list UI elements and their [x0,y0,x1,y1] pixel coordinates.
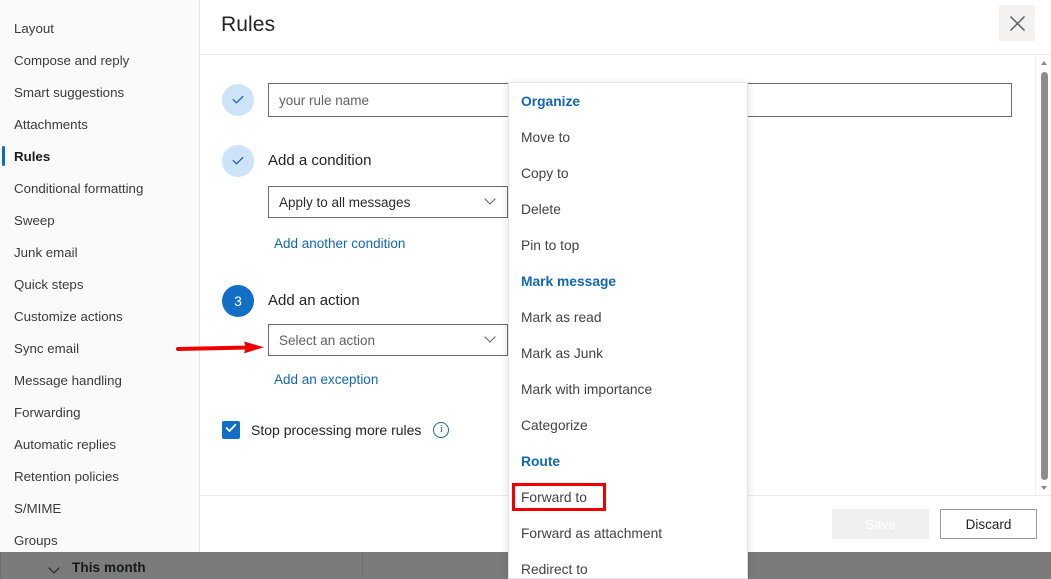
sidebar-item-compose-and-reply[interactable]: Compose and reply [0,44,199,76]
scrollbar-thumb[interactable] [1041,72,1048,480]
sidebar-item-groups[interactable]: Groups [0,524,199,552]
sidebar-item-junk-email[interactable]: Junk email [0,236,199,268]
settings-sidebar[interactable]: Layout Compose and reply Smart suggestio… [0,0,200,552]
check-icon [230,92,246,108]
save-button[interactable]: Save [832,509,929,539]
sidebar-item-label: Compose and reply [14,52,130,68]
menu-item-mark-as-read[interactable]: Mark as read [509,299,747,335]
menu-group-mark-message: Mark message [521,273,617,289]
add-action-label: Add an action [268,292,360,309]
add-condition-label: Add a condition [268,152,372,169]
menu-item-forward-to[interactable]: Forward to [509,479,747,515]
sidebar-item-sync-email[interactable]: Sync email [0,332,199,364]
step-3-indicator: 3 [222,285,254,317]
sidebar-item-label: Customize actions [14,308,123,324]
sidebar-item-retention-policies[interactable]: Retention policies [0,460,199,492]
sidebar-item-forwarding[interactable]: Forwarding [0,396,199,428]
step-1-indicator [222,84,254,116]
sidebar-item-conditional-formatting[interactable]: Conditional formatting [0,172,199,204]
sidebar-item-smart-suggestions[interactable]: Smart suggestions [0,76,199,108]
rule-name-placeholder: your rule name [279,92,370,108]
menu-item-move-to[interactable]: Move to [509,119,747,155]
check-icon [224,421,238,440]
sidebar-item-label: Retention policies [14,468,119,484]
sidebar-item-label: Message handling [14,372,122,388]
page-title: Rules [221,13,276,36]
action-dropdown-menu[interactable]: Organize Move to Copy to Delete Pin to t… [508,82,748,579]
menu-group-organize: Organize [521,93,581,109]
chevron-down-icon [48,561,62,575]
sidebar-item-label: Forwarding [14,404,81,420]
sidebar-item-rules[interactable]: Rules [0,140,199,172]
sidebar-item-label: Rules [14,148,51,164]
discard-button[interactable]: Discard [940,509,1037,539]
menu-item-forward-as-attachment[interactable]: Forward as attachment [509,515,747,551]
sidebar-item-attachments[interactable]: Attachments [0,108,199,140]
menu-item-copy-to[interactable]: Copy to [509,155,747,191]
sidebar-item-label: Layout [14,20,54,36]
sidebar-item-label: Smart suggestions [14,84,125,100]
menu-item-redirect-to[interactable]: Redirect to [509,551,747,578]
scroll-up-arrow-icon[interactable] [1036,56,1051,70]
menu-group-route: Route [521,453,561,469]
action-select[interactable]: Select an action [268,324,508,356]
dialog-header: Rules [200,0,1051,55]
sidebar-item-smime[interactable]: S/MIME [0,492,199,524]
add-exception-link[interactable]: Add an exception [274,372,378,387]
sidebar-item-label: Groups [14,532,58,548]
action-select-placeholder: Select an action [279,332,376,348]
sidebar-item-label: S/MIME [14,500,62,516]
stop-processing-row[interactable]: Stop processing more rules i [222,421,450,439]
condition-select[interactable]: Apply to all messages [268,186,508,218]
sidebar-item-label: Junk email [14,244,78,260]
menu-item-mark-with-importance[interactable]: Mark with importance [509,371,747,407]
menu-item-delete[interactable]: Delete [509,191,747,227]
sidebar-item-label: Automatic replies [14,436,116,452]
close-button[interactable] [999,5,1035,41]
sidebar-item-label: Quick steps [14,276,84,292]
step-2-indicator [222,145,254,177]
step-3-number: 3 [234,293,242,309]
sidebar-item-label: Sweep [14,212,55,228]
chevron-down-icon [486,333,497,344]
check-icon [230,153,246,169]
scroll-down-arrow-icon[interactable] [1036,481,1051,495]
dialog-scrollbar[interactable] [1035,56,1051,495]
mail-group-label: This month [72,560,146,575]
sidebar-item-label: Attachments [14,116,88,132]
sidebar-item-label: Sync email [14,340,80,356]
sidebar-item-automatic-replies[interactable]: Automatic replies [0,428,199,460]
condition-select-value: Apply to all messages [279,194,411,210]
menu-item-pin-to-top[interactable]: Pin to top [509,227,747,263]
menu-item-mark-as-junk[interactable]: Mark as Junk [509,335,747,371]
sidebar-item-quick-steps[interactable]: Quick steps [0,268,199,300]
menu-item-categorize[interactable]: Categorize [509,407,747,443]
add-another-condition-link[interactable]: Add another condition [274,236,405,251]
stop-processing-checkbox[interactable] [222,421,240,439]
chevron-down-icon [486,195,497,206]
sidebar-item-label: Conditional formatting [14,180,144,196]
sidebar-item-layout[interactable]: Layout [0,12,199,44]
stop-processing-label: Stop processing more rules [251,422,422,438]
info-icon[interactable]: i [433,422,450,438]
sidebar-item-sweep[interactable]: Sweep [0,204,199,236]
sidebar-item-customize-actions[interactable]: Customize actions [0,300,199,332]
sidebar-item-message-handling[interactable]: Message handling [0,364,199,396]
close-icon [1009,15,1026,32]
app-root: This month Layout Compose and reply Smar… [0,0,1051,579]
